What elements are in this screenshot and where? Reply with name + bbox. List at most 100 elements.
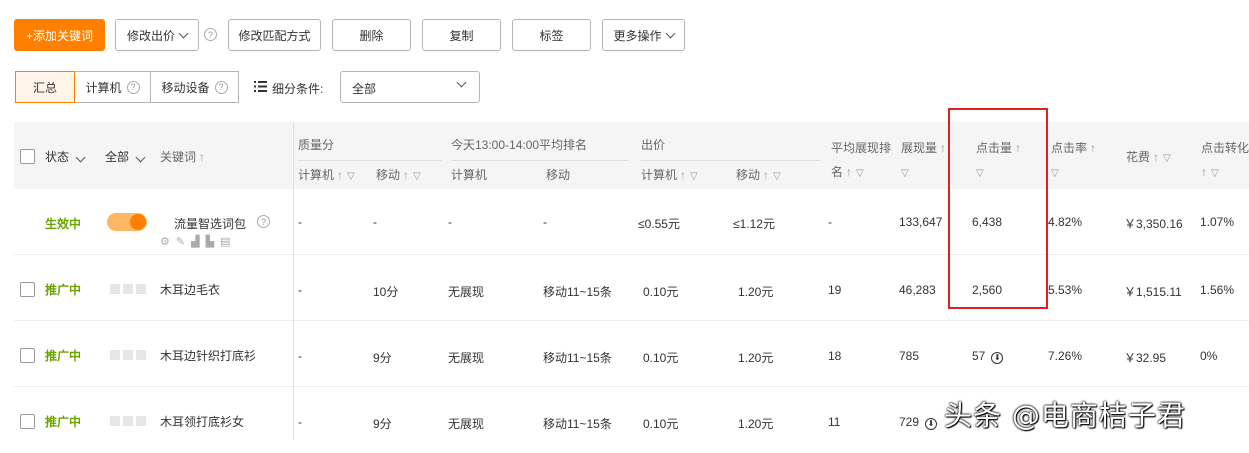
keyword-header[interactable]: 关键词 ↑ xyxy=(160,148,205,165)
tag-button[interactable]: 标签 xyxy=(512,19,591,51)
ctr-cell: 5.53% xyxy=(1048,283,1083,297)
ctr-header[interactable]: 点击率 ↑ ▽ xyxy=(1051,136,1096,186)
table-header: 状态 全部 关键词 ↑ 质量分 计算机 ↑ ▽ 移动 ↑ ▽ 今天13:00-14:00平… xyxy=(14,122,1249,189)
sort-arrow-icon: ↑ xyxy=(763,168,770,182)
settings-icon[interactable]: ⚙ xyxy=(160,236,170,248)
quality-header: 质量分 xyxy=(298,138,335,152)
help-icon[interactable]: ? xyxy=(257,215,270,228)
rank-mobile-header: 移动 xyxy=(546,168,571,182)
filter-icon[interactable]: ▽ xyxy=(690,171,698,182)
bid-mobile-cell[interactable]: 1.20元 xyxy=(738,349,773,366)
bid-pc-cell[interactable]: 0.10元 xyxy=(643,415,678,432)
clicks-header[interactable]: 点击量 ↑ ▽ xyxy=(976,136,1021,186)
bid-pc-label: 计算机 xyxy=(641,168,678,182)
clipboard-icon[interactable]: ▤ xyxy=(220,236,230,248)
quality-pc-cell: - xyxy=(298,215,302,229)
impressions-label: 展现量 xyxy=(901,141,938,155)
filter-icon[interactable]: ▽ xyxy=(976,162,984,186)
chevron-down-icon xyxy=(178,28,189,38)
impressions-cell: 46,283 xyxy=(899,283,936,297)
status-text: 推广中 xyxy=(45,415,82,429)
row-checkbox[interactable] xyxy=(20,348,35,363)
filter-icon[interactable]: ▽ xyxy=(901,162,909,186)
placeholder-icons xyxy=(110,283,149,297)
watermark: 头条 @电商桔子君 xyxy=(944,399,1186,432)
clicks-cell: 57 ⬇ xyxy=(972,349,1004,364)
impressions-cell: 785 xyxy=(899,349,920,363)
status-toggle[interactable] xyxy=(107,213,147,231)
modify-bid-button[interactable]: 修改出价 xyxy=(115,19,199,51)
filter-icon[interactable]: ▽ xyxy=(856,162,864,186)
table-row: 推广中 木耳边毛衣 - 10分 无展现 移动11~15条 0.10元 1.20元… xyxy=(14,255,1249,321)
keyword-text: 木耳边针织打底衫 xyxy=(160,349,257,363)
quality-pc-header[interactable]: 计算机 ↑ ▽ xyxy=(298,166,355,183)
quality-pc-cell: - xyxy=(298,283,302,297)
status-header[interactable]: 状态 xyxy=(45,148,86,165)
filter-select[interactable]: 全部 xyxy=(340,71,480,103)
filter-icon[interactable]: ▽ xyxy=(1211,162,1219,186)
quality-mobile-header[interactable]: 移动 ↑ ▽ xyxy=(376,166,421,183)
bid-mobile-cell: ≤1.12元 xyxy=(733,217,775,231)
download-icon[interactable]: ⬇ xyxy=(991,351,1004,364)
impressions-header[interactable]: 展现量 ↑ ▽ xyxy=(901,136,946,186)
quality-mobile-cell: - xyxy=(373,215,377,229)
table-row: 推广中 木耳边针织打底衫 - 9分 无展现 移动11~15条 0.10元 1.2… xyxy=(14,321,1249,387)
copy-button[interactable]: 复制 xyxy=(422,19,501,51)
sort-arrow-icon: ↑ xyxy=(403,168,410,182)
bid-mobile-header[interactable]: 移动 ↑ ▽ xyxy=(736,166,781,183)
modify-match-button[interactable]: 修改匹配方式 xyxy=(228,19,321,51)
avg-rank-cell: 11 xyxy=(828,415,841,429)
bid-pc-header[interactable]: 计算机 ↑ ▽ xyxy=(641,166,698,183)
all-filter-label: 全部 xyxy=(105,150,130,164)
bar-chart-icon[interactable]: ▟ xyxy=(191,236,199,248)
row-checkbox[interactable] xyxy=(20,282,35,297)
cost-label: 花费 xyxy=(1126,150,1151,164)
conv-label: 点击转化 xyxy=(1201,141,1249,155)
wrench-icon[interactable]: ✎ xyxy=(176,236,185,248)
bid-header: 出价 xyxy=(641,138,666,152)
filter-icon[interactable]: ▽ xyxy=(1163,153,1171,164)
bid-pc-cell[interactable]: 0.10元 xyxy=(643,349,678,366)
tab-summary[interactable]: 汇总 xyxy=(15,71,75,103)
delete-button[interactable]: 删除 xyxy=(332,19,411,51)
rank-mobile-cell: 移动11~15条 xyxy=(543,417,612,431)
keyword-text: 木耳领打底衫女 xyxy=(160,415,245,429)
filter-icon[interactable]: ▽ xyxy=(413,171,421,182)
cost-cell: ￥32.95 xyxy=(1124,351,1167,365)
filter-icon[interactable]: ▽ xyxy=(1051,162,1059,186)
row-checkbox[interactable] xyxy=(20,414,35,429)
tab-computer[interactable]: 计算机 ? xyxy=(74,71,151,103)
quality-mobile-cell: 9分 xyxy=(373,417,392,431)
chevron-down-icon xyxy=(135,152,146,163)
bid-mobile-cell[interactable]: 1.20元 xyxy=(738,283,773,300)
list-icon xyxy=(254,81,267,92)
help-icon[interactable]: ? xyxy=(204,28,217,41)
rank-pc-cell: 无展现 xyxy=(448,285,485,299)
conv-cell: 1.07% xyxy=(1200,215,1235,229)
filter-icon[interactable]: ▽ xyxy=(773,171,781,182)
add-keyword-button[interactable]: +添加关键词 xyxy=(14,19,105,51)
filter-icon[interactable]: ▽ xyxy=(347,171,355,182)
tab-mobile[interactable]: 移动设备 ? xyxy=(150,71,239,103)
cost-cell: ￥1,515.11 xyxy=(1124,285,1182,299)
rank-pc-header: 计算机 xyxy=(451,168,488,182)
avg-rank-header[interactable]: 平均展现排 名 ↑ ▽ xyxy=(831,136,891,186)
divider xyxy=(298,160,442,161)
rank-pc-cell: - xyxy=(448,215,452,229)
conv-header[interactable]: 点击转化 ↑ ▽ xyxy=(1201,136,1249,186)
download-icon[interactable]: ⬇ xyxy=(925,417,938,430)
column-chart-icon[interactable]: ▙ xyxy=(206,236,214,248)
cost-header[interactable]: 花费 ↑ ▽ xyxy=(1126,148,1171,165)
avg-rank-label: 平均展现排 xyxy=(831,141,892,155)
more-actions-button[interactable]: 更多操作 xyxy=(602,19,685,51)
sort-arrow-icon: ↑ xyxy=(680,168,687,182)
ctr-cell: 7.26% xyxy=(1048,349,1083,363)
rank-mobile-cell: 移动11~15条 xyxy=(543,285,612,299)
bid-pc-cell[interactable]: 0.10元 xyxy=(643,283,678,300)
modify-bid-label: 修改出价 xyxy=(126,28,175,43)
ctr-cell: 4.82% xyxy=(1048,215,1083,229)
bid-mobile-cell[interactable]: 1.20元 xyxy=(738,415,773,432)
rank-mobile-cell: - xyxy=(543,215,547,229)
all-filter-header[interactable]: 全部 xyxy=(105,148,146,165)
select-all-checkbox[interactable] xyxy=(20,149,35,164)
